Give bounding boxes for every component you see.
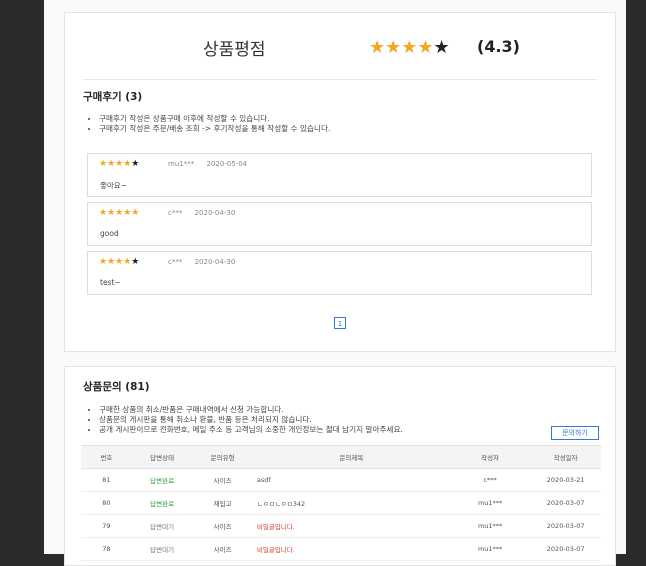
row-title-link[interactable]: asdf xyxy=(252,468,450,492)
ask-question-button[interactable]: 문의하기 xyxy=(551,426,599,440)
row-title-link[interactable]: ㄴㅇㅁㄴㅇㅁ342 xyxy=(252,491,450,515)
row-type: 재입고 xyxy=(192,491,253,515)
qna-count: (81) xyxy=(125,381,150,393)
row-date: 2020-03-07 xyxy=(530,491,601,515)
table-row[interactable]: 78 답변대기 사이즈 비밀글입니다. mu1*** 2020-03-07 xyxy=(81,537,601,561)
review-meta: mu1*** 2020-05-04 xyxy=(168,160,247,168)
notice-item: 공개 게시판이므로 전화번호, 메일 주소 등 고객님의 소중한 개인정보는 절… xyxy=(99,425,403,435)
table-row[interactable]: 79 답변대기 사이즈 비밀글입니다. mu1*** 2020-03-07 xyxy=(81,514,601,538)
row-title-link[interactable]: 비밀글입니다. xyxy=(252,537,450,561)
qna-notice-list: 구매한 상품의 취소/반품은 구매내역에서 신청 가능합니다. 상품문의 게시판… xyxy=(83,405,403,435)
row-writer: mu1*** xyxy=(449,514,531,538)
pagination-page-1[interactable]: 1 xyxy=(334,317,346,329)
row-type: 사이즈 xyxy=(192,514,253,538)
row-writer: mu1*** xyxy=(449,491,531,515)
review-text: good xyxy=(100,229,119,238)
row-number: 78 xyxy=(81,537,132,561)
star-empty-icon: ★ xyxy=(131,257,140,267)
row-number: 79 xyxy=(81,514,132,538)
row-date: 2020-03-07 xyxy=(530,537,601,561)
row-status: 답변완료 xyxy=(131,491,193,515)
row-writer: c*** xyxy=(449,468,531,492)
star-empty-icon: ★ xyxy=(433,37,450,58)
review-meta: c*** 2020-04-30 xyxy=(168,258,235,266)
rating-header: 상품평점 ★★★★★ (4.3) xyxy=(83,13,597,80)
table-row[interactable]: 81 답변완료 사이즈 asdf c*** 2020-03-21 xyxy=(81,468,601,492)
row-type: 사이즈 xyxy=(192,468,253,492)
review-stars: ★★★★★ xyxy=(99,208,139,218)
review-item: ★★★★★ c*** 2020-04-30 test~ xyxy=(87,251,592,295)
review-user: c*** xyxy=(168,258,183,266)
column-header: 번호 xyxy=(81,445,132,469)
table-header-row: 번호 답변상태 문의유형 문의제목 작성자 작성일자 xyxy=(81,445,601,469)
row-status: 답변완료 xyxy=(131,468,193,492)
notice-item: 상품문의 게시판을 통해 취소나 환불, 반품 등은 처리되지 않습니다. xyxy=(99,415,403,425)
row-title-link[interactable]: 비밀글입니다. xyxy=(252,514,450,538)
column-header: 문의유형 xyxy=(192,445,253,469)
column-header: 답변상태 xyxy=(131,445,193,469)
row-number: 81 xyxy=(81,468,132,492)
notice-item: 구매후기 작성은 주문/배송 조회 -> 후기작성을 통해 작성할 수 있습니다… xyxy=(99,124,330,134)
review-card: 상품평점 ★★★★★ (4.3) 구매후기 (3) 구매후기 작성은 상품구매 … xyxy=(64,12,616,352)
qna-section-title: 상품문의 (81) xyxy=(83,379,150,394)
star-icon: ★★★★ xyxy=(99,257,132,267)
reviews-section-title: 구매후기 (3) xyxy=(83,89,142,104)
column-header: 문의제목 xyxy=(252,445,450,469)
star-icon: ★★★★ xyxy=(99,159,132,169)
row-date: 2020-03-21 xyxy=(530,468,601,492)
review-date: 2020-05-04 xyxy=(206,160,248,168)
row-type: 사이즈 xyxy=(192,537,253,561)
reviews-notice-list: 구매후기 작성은 상품구매 이후에 작성할 수 있습니다. 구매후기 작성은 주… xyxy=(83,114,330,134)
qna-card: 상품문의 (81) 구매한 상품의 취소/반품은 구매내역에서 신청 가능합니다… xyxy=(64,366,616,566)
review-text: test~ xyxy=(100,278,121,287)
reviews-title-label: 구매후기 xyxy=(83,91,122,103)
column-header: 작성자 xyxy=(449,445,531,469)
review-date: 2020-04-30 xyxy=(194,258,236,266)
review-user: c*** xyxy=(168,209,183,217)
review-list: ★★★★★ mu1*** 2020-05-04 좋아요~ ★★★★★ c*** … xyxy=(87,153,592,300)
review-stars: ★★★★★ xyxy=(99,159,139,169)
column-header: 작성일자 xyxy=(530,445,601,469)
rating-score: (4.3) xyxy=(477,37,520,56)
row-number: 80 xyxy=(81,491,132,515)
star-icon: ★★★★ xyxy=(369,37,434,58)
star-icon: ★★★★★ xyxy=(99,208,140,218)
notice-item: 구매한 상품의 취소/반품은 구매내역에서 신청 가능합니다. xyxy=(99,405,403,415)
table-row[interactable]: 80 답변완료 재입고 ㄴㅇㅁㄴㅇㅁ342 mu1*** 2020-03-07 xyxy=(81,491,601,515)
row-date: 2020-03-07 xyxy=(530,514,601,538)
row-status: 답변대기 xyxy=(131,514,193,538)
review-item: ★★★★★ mu1*** 2020-05-04 좋아요~ xyxy=(87,153,592,197)
row-writer: mu1*** xyxy=(449,537,531,561)
qna-title-label: 상품문의 xyxy=(83,381,122,393)
review-stars: ★★★★★ xyxy=(99,257,139,267)
star-empty-icon: ★ xyxy=(131,159,140,169)
rating-title: 상품평점 xyxy=(203,40,266,60)
row-status: 답변대기 xyxy=(131,537,193,561)
review-item: ★★★★★ c*** 2020-04-30 good xyxy=(87,202,592,246)
qna-table: 번호 답변상태 문의유형 문의제목 작성자 작성일자 81 답변완료 사이즈 a… xyxy=(81,445,601,561)
review-text: 좋아요~ xyxy=(100,181,127,190)
rating-stars: ★★★★★ xyxy=(369,37,450,58)
review-meta: c*** 2020-04-30 xyxy=(168,209,235,217)
review-user: mu1*** xyxy=(168,160,195,168)
reviews-count: (3) xyxy=(125,91,143,103)
review-date: 2020-04-30 xyxy=(194,209,236,217)
notice-item: 구매후기 작성은 상품구매 이후에 작성할 수 있습니다. xyxy=(99,114,330,124)
